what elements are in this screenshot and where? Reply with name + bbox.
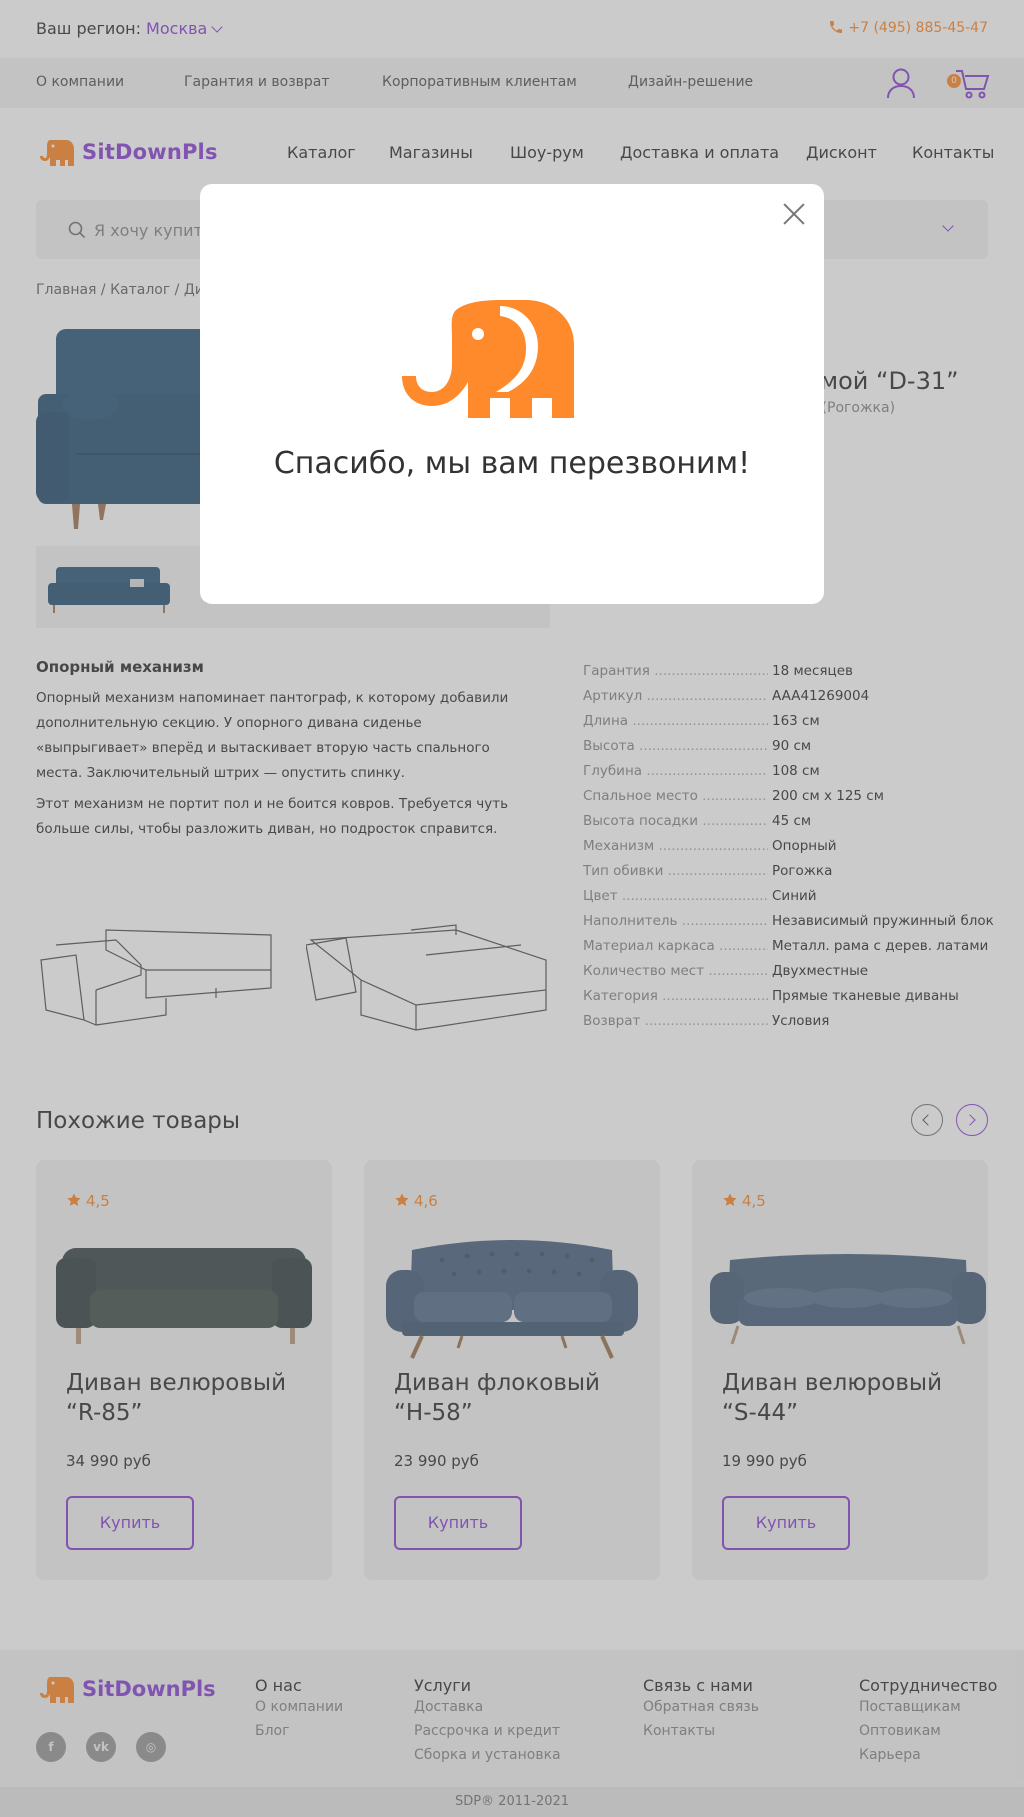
modal-message: Спасибо, мы вам перезвоним!	[273, 446, 751, 481]
elephant-icon	[402, 300, 574, 418]
close-icon[interactable]	[782, 202, 806, 226]
